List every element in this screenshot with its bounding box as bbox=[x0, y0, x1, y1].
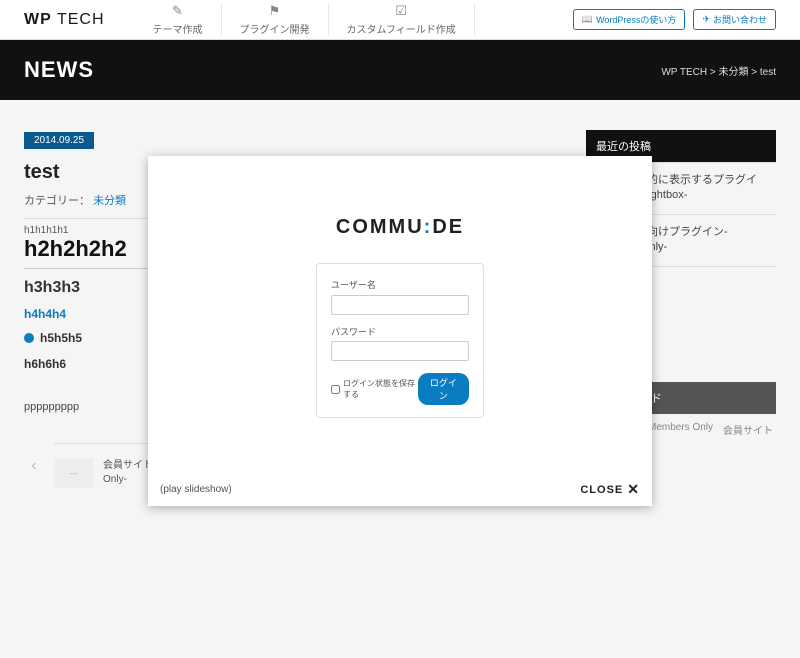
nav-item-customfield[interactable]: ☑ カスタムフィールド作成 bbox=[329, 3, 475, 36]
site-logo[interactable]: WP TECH bbox=[24, 11, 105, 29]
login-button[interactable]: ログイン bbox=[418, 373, 469, 405]
flag-icon: ⚑ bbox=[269, 3, 281, 19]
header-left: WP TECH ✎ テーマ作成 ⚑ プラグイン開発 ☑ カスタムフィールド作成 bbox=[24, 3, 475, 36]
pencil-icon: ✎ bbox=[172, 3, 183, 19]
nav-label: カスタムフィールド作成 bbox=[347, 21, 456, 36]
modal-logo-a: COMMU bbox=[336, 216, 424, 238]
page-title: NEWS bbox=[24, 57, 94, 83]
post-date-badge: 2014.09.25 bbox=[24, 132, 94, 149]
close-label: CLOSE bbox=[580, 484, 623, 496]
content-h5-text: h5h5h5 bbox=[40, 331, 82, 345]
bullet-icon bbox=[24, 333, 34, 343]
modal-logo: COMMU:DE bbox=[148, 216, 652, 239]
tag-link[interactable]: Members Only bbox=[648, 422, 713, 437]
modal-footer: (play slideshow) CLOSE ✕ bbox=[160, 481, 640, 498]
tag-link[interactable]: 会員サイト bbox=[723, 422, 773, 437]
login-row: ログイン状態を保存する ログイン bbox=[331, 373, 469, 405]
primary-nav: ✎ テーマ作成 ⚑ プラグイン開発 ☑ カスタムフィールド作成 bbox=[135, 3, 475, 36]
meta-category-link[interactable]: 未分類 bbox=[93, 195, 126, 207]
contact-label: お問い合わせ bbox=[713, 13, 767, 26]
page-title-bar: NEWS WP TECH > 未分類 > test bbox=[0, 40, 800, 100]
slide-thumb: — bbox=[54, 458, 93, 488]
wp-usage-button[interactable]: 📖 WordPressの使い方 bbox=[573, 9, 686, 30]
modal-logo-colon: : bbox=[424, 216, 433, 238]
contact-button[interactable]: ✈ お問い合わせ bbox=[693, 9, 776, 30]
meta-label: カテゴリー： bbox=[24, 195, 90, 207]
breadcrumb[interactable]: WP TECH > 未分類 > test bbox=[661, 63, 776, 78]
nav-item-plugin[interactable]: ⚑ プラグイン開発 bbox=[222, 3, 329, 36]
close-icon: ✕ bbox=[627, 481, 640, 498]
logo-thin: TECH bbox=[57, 11, 105, 28]
wp-usage-label: WordPressの使い方 bbox=[596, 13, 676, 26]
nav-item-theme[interactable]: ✎ テーマ作成 bbox=[135, 3, 222, 36]
paperplane-icon: ✈ bbox=[702, 14, 710, 25]
nav-label: プラグイン開発 bbox=[240, 21, 310, 36]
prev-arrow-icon[interactable]: ‹ bbox=[24, 457, 44, 475]
site-header: WP TECH ✎ テーマ作成 ⚑ プラグイン開発 ☑ カスタムフィールド作成 … bbox=[0, 0, 800, 40]
login-form: ユーザー名 パスワード ログイン状態を保存する ログイン bbox=[316, 263, 484, 418]
modal-logo-b: DE bbox=[432, 216, 464, 238]
username-label: ユーザー名 bbox=[331, 278, 469, 291]
close-button[interactable]: CLOSE ✕ bbox=[580, 481, 640, 498]
password-input[interactable] bbox=[331, 341, 469, 361]
password-label: パスワード bbox=[331, 325, 469, 338]
logo-main: WP bbox=[24, 11, 51, 28]
login-modal: COMMU:DE ユーザー名 パスワード ログイン状態を保存する ログイン (p… bbox=[148, 156, 652, 506]
remember-label[interactable]: ログイン状態を保存する bbox=[331, 378, 418, 400]
remember-checkbox[interactable] bbox=[331, 385, 340, 394]
book-icon: 📖 bbox=[582, 14, 593, 25]
header-right: 📖 WordPressの使い方 ✈ お問い合わせ bbox=[573, 9, 776, 30]
edit-box-icon: ☑ bbox=[395, 3, 407, 19]
username-input[interactable] bbox=[331, 295, 469, 315]
remember-text: ログイン状態を保存する bbox=[343, 378, 418, 400]
slideshow-hint[interactable]: (play slideshow) bbox=[160, 484, 232, 495]
nav-label: テーマ作成 bbox=[153, 21, 203, 36]
